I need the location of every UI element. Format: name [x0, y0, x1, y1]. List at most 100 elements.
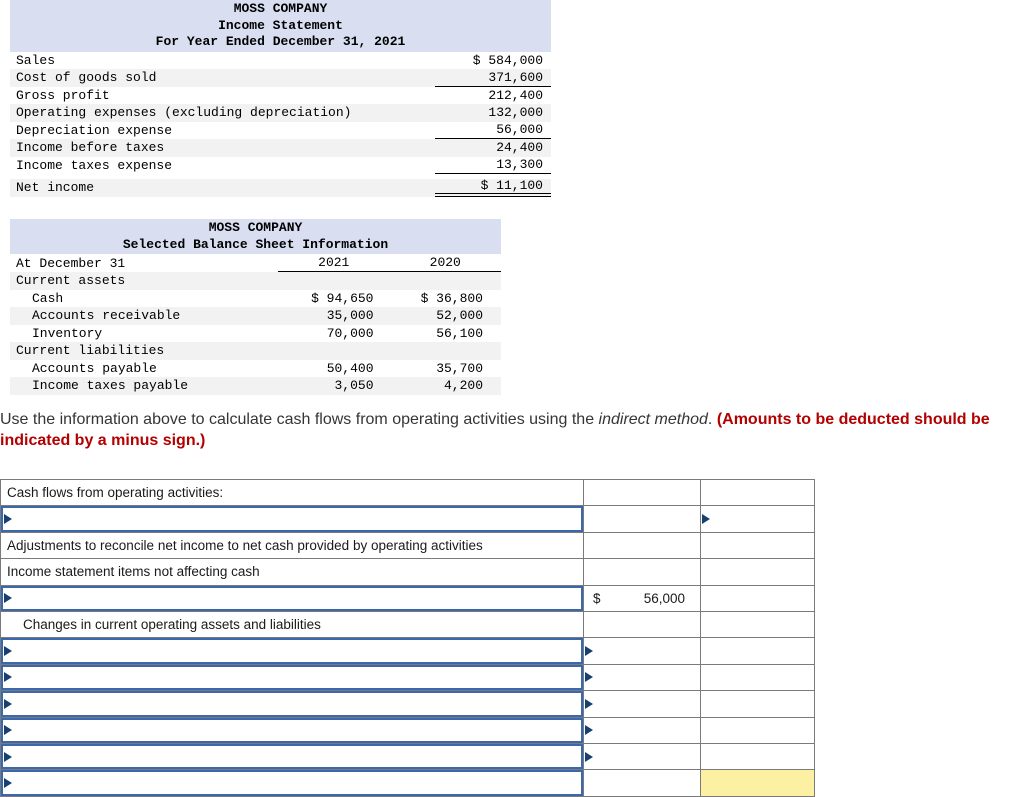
income-statement-row: Income before taxes 24,400 — [10, 139, 551, 157]
line-item-amount: 132,000 — [488, 105, 543, 121]
worksheet-total-cell — [701, 743, 815, 771]
line-item-label: Current assets — [16, 273, 126, 289]
worksheet-row — [1, 506, 815, 533]
worksheet-total-cell — [701, 611, 815, 639]
amount-input-cell[interactable] — [584, 717, 701, 744]
balance-sheet-header: MOSS COMPANY Selected Balance Sheet Info… — [10, 219, 501, 254]
line-item-amount: 24,400 — [496, 140, 543, 156]
worksheet-row: Changes in current operating assets and … — [1, 611, 815, 639]
year-2020-header: 2020 — [429, 255, 461, 270]
line-item-amount: $ 584,000 — [472, 52, 543, 68]
income-statement-row: Sales $ 584,000 — [10, 52, 551, 70]
worksheet-amount-cell — [584, 611, 701, 639]
line-item-label: Cost of goods sold — [16, 70, 157, 86]
balance-sheet-row: Current assets — [10, 272, 501, 290]
worksheet-amount-cell — [584, 506, 701, 533]
line-item-label: Depreciation expense — [16, 122, 173, 138]
balance-sheet: MOSS COMPANY Selected Balance Sheet Info… — [10, 219, 501, 395]
worksheet-label: Changes in current operating assets and … — [23, 617, 321, 633]
amount-2021: $ 94,650 — [311, 290, 374, 306]
line-item-label: Net income — [16, 180, 95, 196]
answer-input[interactable] — [1, 691, 583, 717]
amount-2020: 52,000 — [436, 308, 483, 324]
instruction-normal: Use the information above to calculate c… — [0, 411, 599, 428]
worksheet-amount-cell — [584, 559, 701, 586]
amount-input-cell[interactable] — [584, 691, 701, 718]
line-item-amount: 13,300 — [435, 157, 551, 174]
worksheet-input-cell — [1, 664, 584, 692]
amount-input-cell[interactable] — [584, 664, 701, 692]
input-marker-icon — [585, 646, 593, 657]
answer-input[interactable] — [1, 506, 583, 532]
input-marker-icon — [4, 646, 12, 657]
worksheet-input-cell — [1, 770, 584, 797]
worksheet-row — [1, 717, 815, 744]
worksheet-row — [1, 691, 815, 718]
filled-amount: 56,000 — [643, 590, 685, 606]
worksheet-row: Cash flows from operating activities: — [1, 480, 815, 507]
year-columns: 2021 2020 — [278, 254, 501, 272]
input-marker-icon — [702, 514, 710, 525]
amount-2021: 35,000 — [326, 308, 374, 324]
income-statement: MOSS COMPANY Income Statement For Year E… — [10, 0, 551, 197]
worksheet-total-cell — [701, 559, 815, 586]
answer-input[interactable] — [1, 585, 583, 611]
balance-sheet-row: Accounts receivable 35,000 52,000 — [10, 307, 501, 325]
balance-sheet-column-header-row: At December 31 2021 2020 — [10, 254, 501, 272]
answer-input[interactable] — [1, 770, 583, 796]
worksheet-input-cell — [1, 743, 584, 771]
answer-input[interactable] — [1, 717, 583, 743]
input-marker-icon — [585, 725, 593, 736]
line-item-label: Current liabilities — [16, 343, 165, 359]
line-item-amount: 212,400 — [488, 87, 543, 103]
worksheet-description-cell: Adjustments to reconcile net income to n… — [1, 532, 584, 560]
line-item-label: Gross profit — [16, 87, 110, 103]
input-marker-icon — [4, 514, 12, 525]
balance-sheet-row: Income taxes payable 3,050 4,200 — [10, 377, 501, 395]
line-item-amount: 56,000 — [435, 122, 551, 139]
line-item-label: Sales — [16, 52, 56, 68]
income-statement-header: MOSS COMPANY Income Statement For Year E… — [10, 0, 551, 52]
statement-title: Income Statement — [218, 17, 343, 33]
worksheet-row — [1, 664, 815, 692]
worksheet-label: Income statement items not affecting cas… — [7, 564, 260, 580]
worksheet-input-cell — [1, 638, 584, 665]
amount-2021: 70,000 — [326, 325, 374, 341]
year-2021-header: 2021 — [318, 255, 350, 270]
line-item-label: Cash — [32, 290, 64, 306]
answer-input[interactable] — [1, 664, 583, 691]
amount-2020: $ 36,800 — [420, 290, 483, 306]
statement-period: For Year Ended December 31, 2021 — [155, 34, 406, 49]
worksheet-total-cell — [701, 691, 815, 718]
worksheet-total-cell — [701, 717, 815, 744]
amount-input-cell[interactable] — [701, 506, 815, 533]
amount-input-cell[interactable] — [584, 638, 701, 665]
worksheet-row — [1, 743, 815, 771]
worksheet-description-cell: Cash flows from operating activities: — [1, 480, 584, 507]
instruction-italic: indirect method — [598, 411, 708, 428]
worksheet-row — [1, 770, 815, 797]
answer-input[interactable] — [1, 638, 583, 664]
input-marker-icon — [585, 672, 593, 683]
amount-input-cell[interactable] — [584, 743, 701, 771]
worksheet-row: Income statement items not affecting cas… — [1, 559, 815, 586]
worksheet-input-cell — [1, 717, 584, 744]
income-statement-row: Income taxes expense 13,300 — [10, 157, 551, 174]
input-marker-icon — [4, 672, 12, 683]
worksheet-total-cell — [701, 585, 815, 612]
worksheet-row — [1, 638, 815, 665]
worksheet-total-cell — [701, 638, 815, 665]
balance-sheet-row: Inventory 70,000 56,100 — [10, 325, 501, 343]
at-december-31-label: At December 31 — [16, 255, 126, 271]
input-marker-icon — [4, 777, 12, 788]
amount-2020: 35,700 — [436, 360, 483, 376]
worksheet-amount-cell — [584, 770, 701, 797]
answer-input[interactable] — [1, 743, 583, 770]
worksheet-total-cell — [701, 664, 815, 692]
amount-2021: 3,050 — [334, 378, 374, 394]
input-marker-icon — [4, 725, 12, 736]
amount-2021: 50,400 — [326, 360, 374, 376]
worksheet-amount-cell — [584, 532, 701, 560]
worksheet-description-cell: Changes in current operating assets and … — [1, 611, 584, 639]
line-item-label: Income taxes payable — [32, 378, 189, 394]
